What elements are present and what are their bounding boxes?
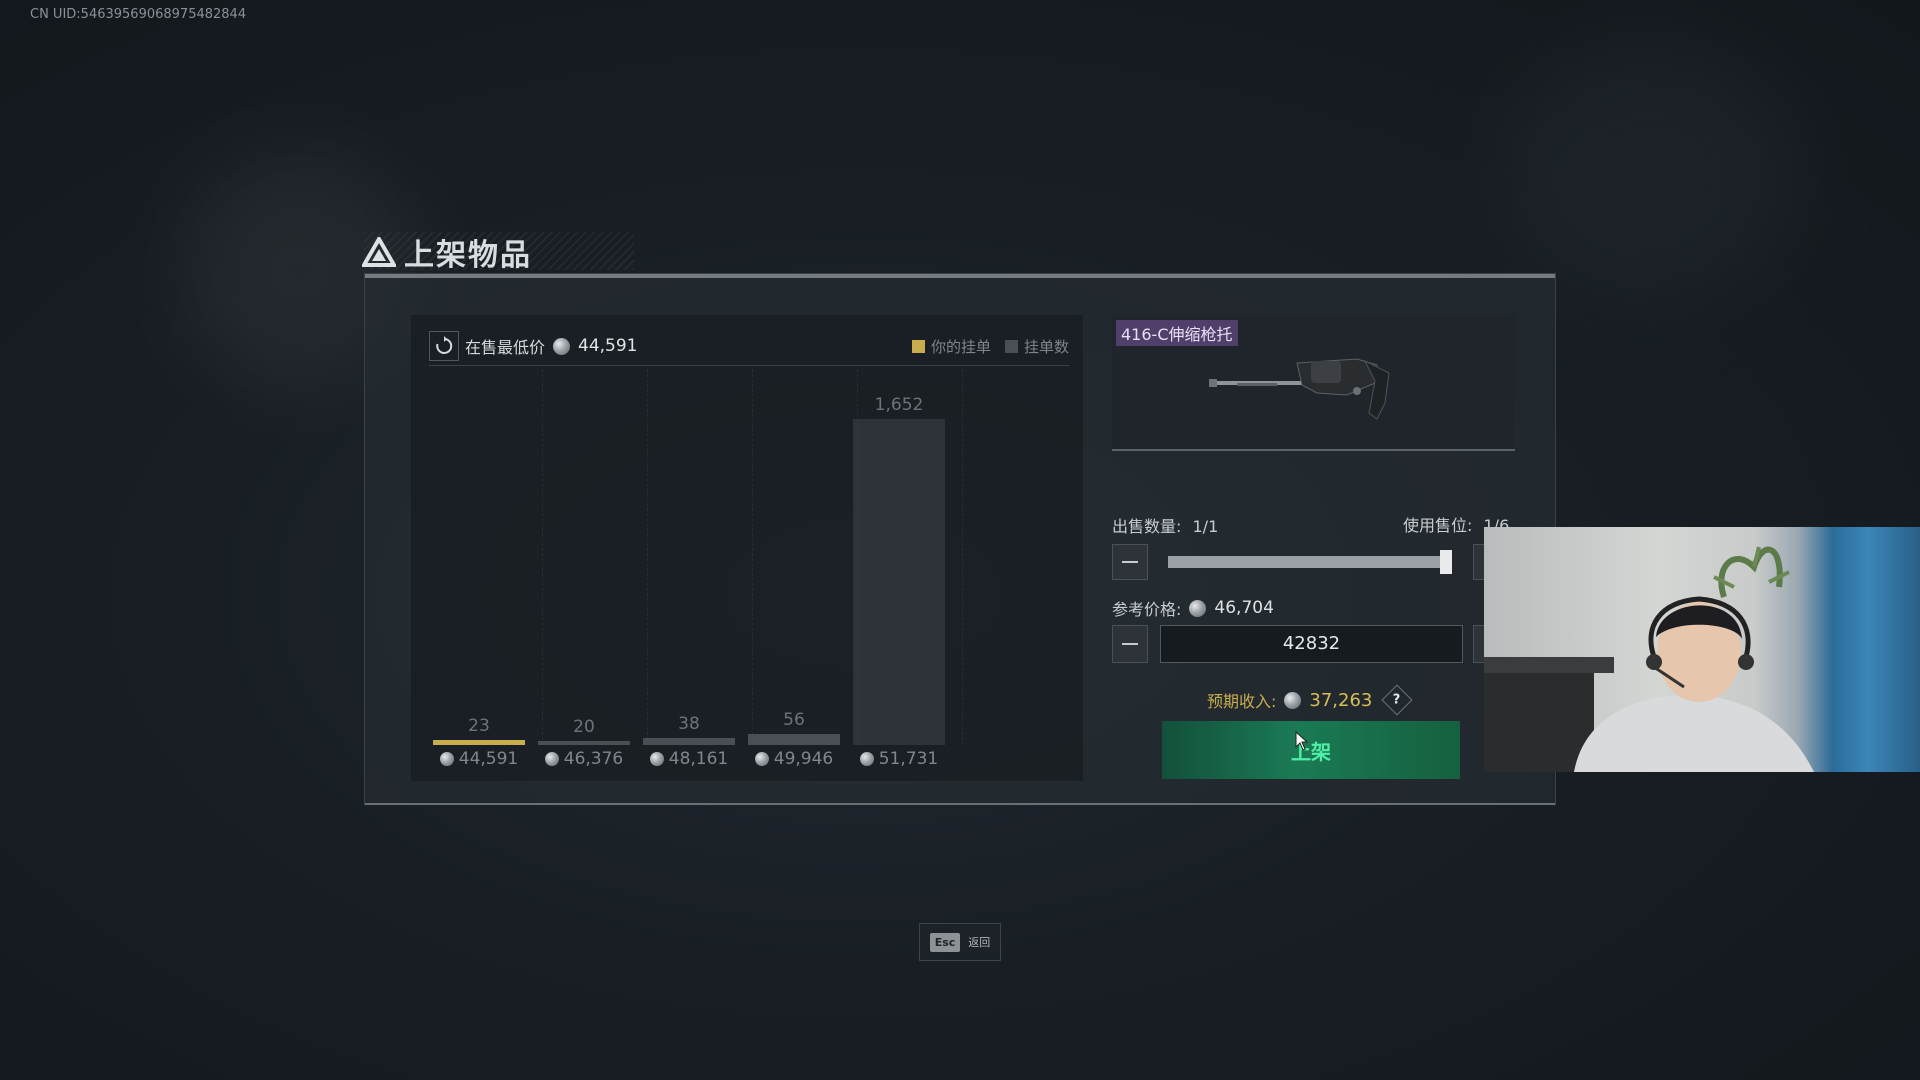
bar[interactable] [853,419,945,745]
bar-count-label: 56 [783,710,805,730]
refresh-button[interactable] [429,331,459,361]
slider-fill [1168,556,1452,568]
chart-legend: 你的挂单 挂单数 [911,336,1069,357]
dialog-header: 上架物品 [362,230,532,274]
expected-income-row: 预期收入: 37,263 ? [1207,684,1413,716]
coin-icon [1189,599,1207,617]
price-input[interactable]: 42832 [1160,625,1463,663]
bar-column: 56 [744,369,858,745]
help-icon: ? [1393,692,1402,708]
bar-column: 20 [534,369,648,745]
bar[interactable] [643,738,735,745]
minus-icon [1122,561,1138,563]
dialog-title: 上架物品 [404,238,532,273]
coin-icon [553,337,571,355]
quantity-row: 出售数量: 1/1 [1112,513,1218,537]
expected-income-value: 37,263 [1309,689,1373,711]
price-tick-label: 48,161 [629,749,749,769]
reference-price-label: 参考价格: [1112,600,1182,619]
price-tick-text: 51,731 [878,749,939,769]
expected-income-label: 预期收入: [1207,692,1277,711]
item-card: 416-C伸缩枪托 [1112,315,1515,451]
lowest-price-label: 在售最低价 [465,338,546,357]
price-decrease-button[interactable] [1112,625,1148,663]
background-blur [1500,40,1800,300]
bar-column: 1,652 [849,369,963,745]
back-hint[interactable]: Esc 返回 [919,923,1001,961]
quantity-value: 1/1 [1192,517,1219,536]
price-tick-text: 48,161 [668,749,729,769]
refresh-icon [436,336,453,354]
quantity-slider[interactable] [1168,550,1452,574]
coin-icon [649,752,664,766]
price-tick-label: 44,591 [419,749,539,769]
list-confirm-button[interactable]: 上架 [1162,721,1460,779]
streamer-webcam-image [1484,546,1814,772]
price-tick-text: 44,591 [458,749,519,769]
coin-icon [439,752,454,766]
bar-count-label: 38 [678,714,700,734]
slider-handle[interactable] [1440,550,1452,574]
quantity-label: 出售数量: [1112,517,1182,536]
triangle-logo-icon [362,237,396,267]
price-chart-panel: 在售最低价 44,591 你的挂单 挂单数 23 20 38 56 1,652 44,5… [411,315,1083,781]
mouse-cursor-icon [1295,731,1309,751]
bar-count-label: 1,652 [874,395,924,415]
bar-count-label: 20 [573,717,595,737]
bar-column: 38 [639,369,753,745]
reference-price-row: 参考价格: 46,704 [1112,596,1274,620]
chart-header: 在售最低价 44,591 你的挂单 挂单数 [429,327,1069,366]
help-button[interactable]: ? [1381,684,1413,716]
bar[interactable] [433,740,525,745]
bar[interactable] [538,741,630,745]
reference-price-value: 46,704 [1214,598,1274,618]
coin-icon [1284,691,1302,709]
price-tick-text: 49,946 [773,749,834,769]
legend-count: 挂单数 [1004,336,1069,357]
webcam-overlay [1484,527,1920,772]
price-tick-text: 46,376 [563,749,624,769]
slot-label: 使用售位: [1403,516,1473,535]
bar-column: 23 [429,369,543,745]
dialog-top-border [365,274,1555,278]
list-item-dialog: 在售最低价 44,591 你的挂单 挂单数 23 20 38 56 1,652 44,5… [364,273,1556,805]
stock-icon [1209,358,1390,420]
uid-label: CN UID:5463956906897548284​4 [30,7,247,22]
price-tick-label: 51,731 [839,749,959,769]
bar[interactable] [748,734,840,745]
bar-separator [962,369,963,745]
legend-mine: 你的挂单 [911,336,991,357]
lowest-price-value: 44,591 [578,336,638,356]
bar-count-label: 23 [468,716,490,736]
price-tick-label: 46,376 [524,749,644,769]
back-label: 返回 [968,936,991,949]
legend-swatch-mine [911,339,925,353]
legend-swatch-count [1004,339,1018,353]
minus-icon [1122,643,1138,645]
coin-icon [859,752,874,766]
price-axis: 44,591 46,376 48,161 49,946 51,731 [429,749,1069,773]
coin-icon [544,752,559,766]
bar-area: 23 20 38 56 1,652 [429,369,1069,745]
quantity-decrease-button[interactable] [1112,544,1148,580]
dialog-bottom-border [365,803,1555,805]
price-tick-label: 49,946 [734,749,854,769]
coin-icon [754,752,769,766]
esc-key: Esc [929,932,961,952]
